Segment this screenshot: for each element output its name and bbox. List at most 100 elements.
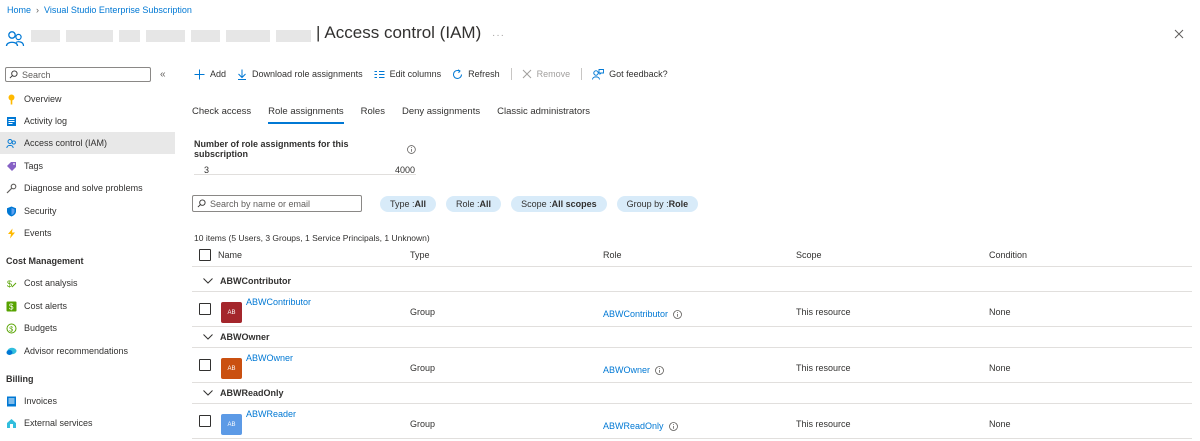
page-title: | Access control (IAM) [316, 23, 482, 42]
column-header-name[interactable]: Name [218, 250, 242, 260]
principal-name-link[interactable]: ABWReader [246, 409, 296, 419]
condition-value: None [989, 307, 1011, 317]
tab-check-access[interactable]: Check access [192, 106, 251, 122]
key-icon [6, 94, 17, 105]
role-link[interactable]: ABWContributor [603, 309, 682, 319]
shield-icon [6, 206, 17, 217]
section-cost-management: Cost Management [6, 256, 84, 266]
search-icon [197, 199, 206, 208]
principal-name-link[interactable]: ABWContributor [246, 297, 311, 307]
sidebar-search-input[interactable]: Search [5, 67, 151, 82]
search-by-name-input[interactable]: Search by name or email [192, 195, 362, 212]
search-icon [9, 70, 18, 79]
role-link[interactable]: ABWOwner [603, 365, 664, 375]
people-icon [5, 31, 25, 47]
svg-text:$: $ [9, 326, 13, 333]
people-icon [6, 138, 17, 149]
refresh-button[interactable]: Refresh [452, 68, 500, 80]
table-row: AB ABWReader Group ABWReadOnly This reso… [192, 405, 1192, 439]
chevron-down-icon [203, 389, 213, 396]
avatar: AB [221, 302, 242, 323]
close-icon[interactable] [1172, 27, 1186, 41]
wrench-icon [6, 183, 17, 194]
info-icon[interactable] [407, 144, 416, 154]
collapse-sidebar-icon[interactable]: « [160, 69, 166, 80]
sidebar: Search « Overview Activity log Access co… [0, 64, 175, 441]
principal-name-link[interactable]: ABWOwner [246, 353, 293, 363]
sidebar-item-access-control[interactable]: Access control (IAM) [0, 132, 175, 154]
scope-value: This resource [796, 307, 851, 317]
info-icon[interactable] [668, 421, 678, 431]
quota-bar: 3 4000 [194, 157, 416, 175]
tab-role-assignments[interactable]: Role assignments [268, 106, 344, 124]
plus-icon [194, 69, 205, 79]
add-button[interactable]: Add [194, 69, 226, 80]
feedback-icon [592, 68, 605, 80]
info-icon[interactable] [673, 309, 682, 319]
principal-type: Group [410, 419, 436, 429]
more-options-icon[interactable]: ··· [492, 30, 505, 41]
tab-deny-assignments[interactable]: Deny assignments [402, 106, 480, 122]
scope-filter-pill[interactable]: Scope : All scopes [511, 195, 607, 212]
quota-current: 3 [204, 165, 210, 175]
avatar: AB [221, 358, 242, 379]
type-filter-pill[interactable]: Type : All [380, 195, 437, 212]
scope-value: This resource [796, 363, 851, 373]
refresh-icon [453, 68, 463, 79]
svg-text:$: $ [7, 279, 12, 289]
principal-type: Group [410, 307, 436, 317]
sidebar-item-budgets[interactable]: $ Budgets [0, 317, 175, 339]
column-header-type[interactable]: Type [410, 250, 430, 260]
avatar: AB [221, 414, 242, 435]
quota-max: 4000 [395, 165, 416, 175]
feedback-button[interactable]: Got feedback? [592, 68, 668, 80]
chevron-down-icon [203, 333, 213, 340]
breadcrumb-subscription[interactable]: Visual Studio Enterprise Subscription [44, 5, 192, 15]
download-icon [238, 69, 247, 80]
edit-columns-button[interactable]: Edit columns [374, 69, 441, 79]
cost-alerts-icon: $ [6, 301, 17, 312]
sidebar-item-tags[interactable]: Tags [0, 155, 175, 177]
row-checkbox[interactable] [199, 303, 211, 315]
items-count: 10 items (5 Users, 3 Groups, 1 Service P… [194, 233, 430, 243]
download-role-assignments-button[interactable]: Download role assignments [237, 69, 363, 80]
role-filter-pill[interactable]: Role : All [446, 195, 502, 212]
sidebar-item-security[interactable]: Security [0, 200, 175, 222]
group-header-abwcontributor[interactable]: ABWContributor [192, 270, 1192, 292]
row-checkbox[interactable] [199, 415, 211, 427]
sidebar-item-diagnose[interactable]: Diagnose and solve problems [0, 177, 175, 199]
activity-log-icon [6, 116, 17, 127]
sidebar-item-activity-log[interactable]: Activity log [0, 110, 175, 132]
column-header-condition[interactable]: Condition [989, 250, 1027, 260]
svg-text:$: $ [9, 302, 14, 311]
remove-button[interactable]: Remove [522, 69, 570, 79]
sidebar-item-external-services[interactable]: External services [0, 412, 175, 434]
column-header-scope[interactable]: Scope [796, 250, 822, 260]
sidebar-item-cost-analysis[interactable]: $ Cost analysis [0, 272, 175, 294]
column-header-role[interactable]: Role [603, 250, 622, 260]
sidebar-item-invoices[interactable]: Invoices [0, 390, 175, 412]
table-row: AB ABWOwner Group ABWOwner This resource… [192, 349, 1192, 383]
role-link[interactable]: ABWReadOnly [603, 421, 678, 431]
group-header-abwreadonly[interactable]: ABWReadOnly [192, 382, 1192, 404]
cost-analysis-icon: $ [6, 278, 17, 289]
select-all-checkbox[interactable] [199, 249, 211, 261]
tag-icon [6, 161, 17, 172]
breadcrumb-home[interactable]: Home [7, 5, 31, 15]
advisor-icon [6, 346, 17, 357]
sidebar-item-overview[interactable]: Overview [0, 88, 175, 110]
tab-roles[interactable]: Roles [361, 106, 385, 122]
budgets-icon: $ [6, 323, 17, 334]
sidebar-item-cost-alerts[interactable]: $ Cost alerts [0, 295, 175, 317]
blade-header: | Access control (IAM) ··· [0, 22, 1200, 56]
filter-bar: Search by name or email Type : All Role … [192, 195, 708, 212]
row-checkbox[interactable] [199, 359, 211, 371]
command-bar: Add Download role assignments Edit colum… [194, 67, 679, 81]
group-header-abwowner[interactable]: ABWOwner [192, 326, 1192, 348]
tab-classic-administrators[interactable]: Classic administrators [497, 106, 590, 122]
info-icon[interactable] [655, 365, 664, 375]
section-billing: Billing [6, 374, 34, 384]
group-by-pill[interactable]: Group by : Role [616, 195, 699, 212]
sidebar-item-advisor[interactable]: Advisor recommendations [0, 340, 175, 362]
sidebar-item-events[interactable]: Events [0, 222, 175, 244]
